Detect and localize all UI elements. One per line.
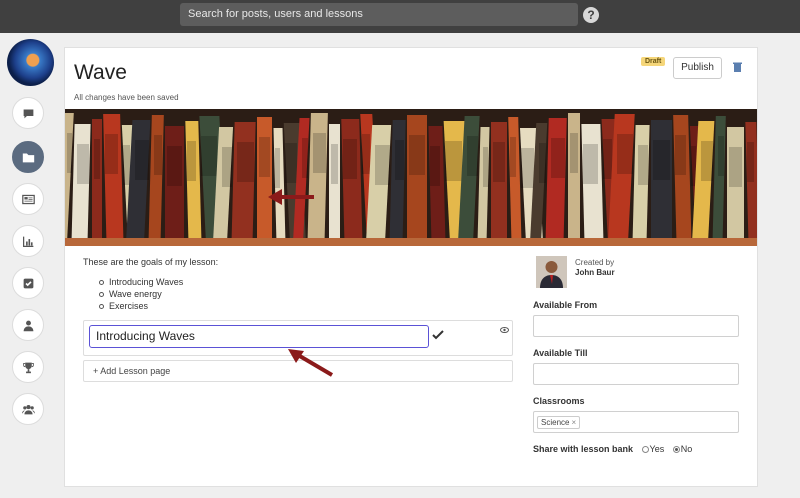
lesson-card: Wave All changes have been saved Draft P…: [64, 47, 758, 487]
sidebar-item-groups[interactable]: [12, 393, 44, 425]
bookshelf-illustration: [65, 109, 757, 246]
list-item: Wave energy: [98, 288, 183, 300]
sidebar-item-lessons[interactable]: [12, 141, 44, 173]
draft-badge: Draft: [641, 57, 666, 66]
user-avatar[interactable]: [7, 39, 54, 86]
goals-list: Introducing Waves Wave energy Exercises: [98, 276, 184, 312]
lesson-cover-image[interactable]: [65, 109, 757, 246]
available-from-input[interactable]: [533, 315, 739, 337]
sidebar-item-comments[interactable]: [12, 97, 44, 129]
eye-icon[interactable]: [500, 327, 509, 333]
available-from-label: Available From: [533, 300, 598, 310]
share-with-lesson-bank: Share with lesson bank Yes No: [533, 444, 692, 454]
author-name[interactable]: John Baur: [575, 268, 615, 277]
list-item: Introducing Waves: [98, 277, 184, 287]
classroom-tag-label: Science: [541, 418, 570, 427]
top-bar: Search for posts, users and lessons ?: [0, 0, 800, 33]
folder-icon: [22, 152, 34, 162]
share-label: Share with lesson bank: [533, 444, 634, 454]
sidebar-item-newsfeed[interactable]: [12, 183, 44, 215]
checkmark-icon[interactable]: [432, 330, 444, 340]
list-item: Exercises: [98, 300, 183, 312]
share-no-radio[interactable]: [672, 446, 680, 453]
trophy-icon: [22, 362, 34, 373]
created-by-label: Created by: [575, 258, 615, 267]
group-icon: [21, 404, 35, 414]
checkbox-icon: [23, 278, 33, 288]
sidebar-item-achievements[interactable]: [12, 351, 44, 383]
sidebar-item-assignments[interactable]: [12, 267, 44, 299]
newspaper-icon: [21, 194, 35, 204]
lesson-title[interactable]: Wave: [74, 61, 127, 85]
available-till-label: Available Till: [533, 348, 588, 358]
classroom-tag: Science ×: [537, 416, 581, 429]
shelf: [65, 238, 757, 246]
annotation-arrow-icon: [268, 189, 314, 205]
tag-remove-icon[interactable]: ×: [571, 418, 576, 427]
annotation-arrow-icon: [288, 349, 334, 377]
publish-button[interactable]: Publish: [673, 57, 722, 79]
share-yes-label[interactable]: Yes: [650, 444, 665, 454]
classrooms-input[interactable]: Science ×: [533, 411, 739, 433]
share-no-label[interactable]: No: [681, 444, 693, 454]
search-input[interactable]: Search for posts, users and lessons: [180, 3, 578, 26]
goals-intro: These are the goals of my lesson:: [83, 257, 219, 267]
lesson-page-title-input[interactable]: Introducing Waves: [89, 325, 429, 348]
sidebar-item-analytics[interactable]: [12, 225, 44, 257]
author-avatar: [536, 256, 567, 288]
save-status: All changes have been saved: [74, 93, 179, 102]
trash-icon[interactable]: [733, 62, 742, 72]
available-till-input[interactable]: [533, 363, 739, 385]
person-icon: [23, 320, 33, 331]
speech-bubble-icon: [23, 108, 33, 118]
question-circle-icon[interactable]: ?: [583, 7, 599, 23]
classrooms-label: Classrooms: [533, 396, 585, 406]
share-yes-radio[interactable]: [641, 446, 649, 453]
bar-chart-icon: [22, 236, 33, 247]
sidebar-item-profile[interactable]: [12, 309, 44, 341]
